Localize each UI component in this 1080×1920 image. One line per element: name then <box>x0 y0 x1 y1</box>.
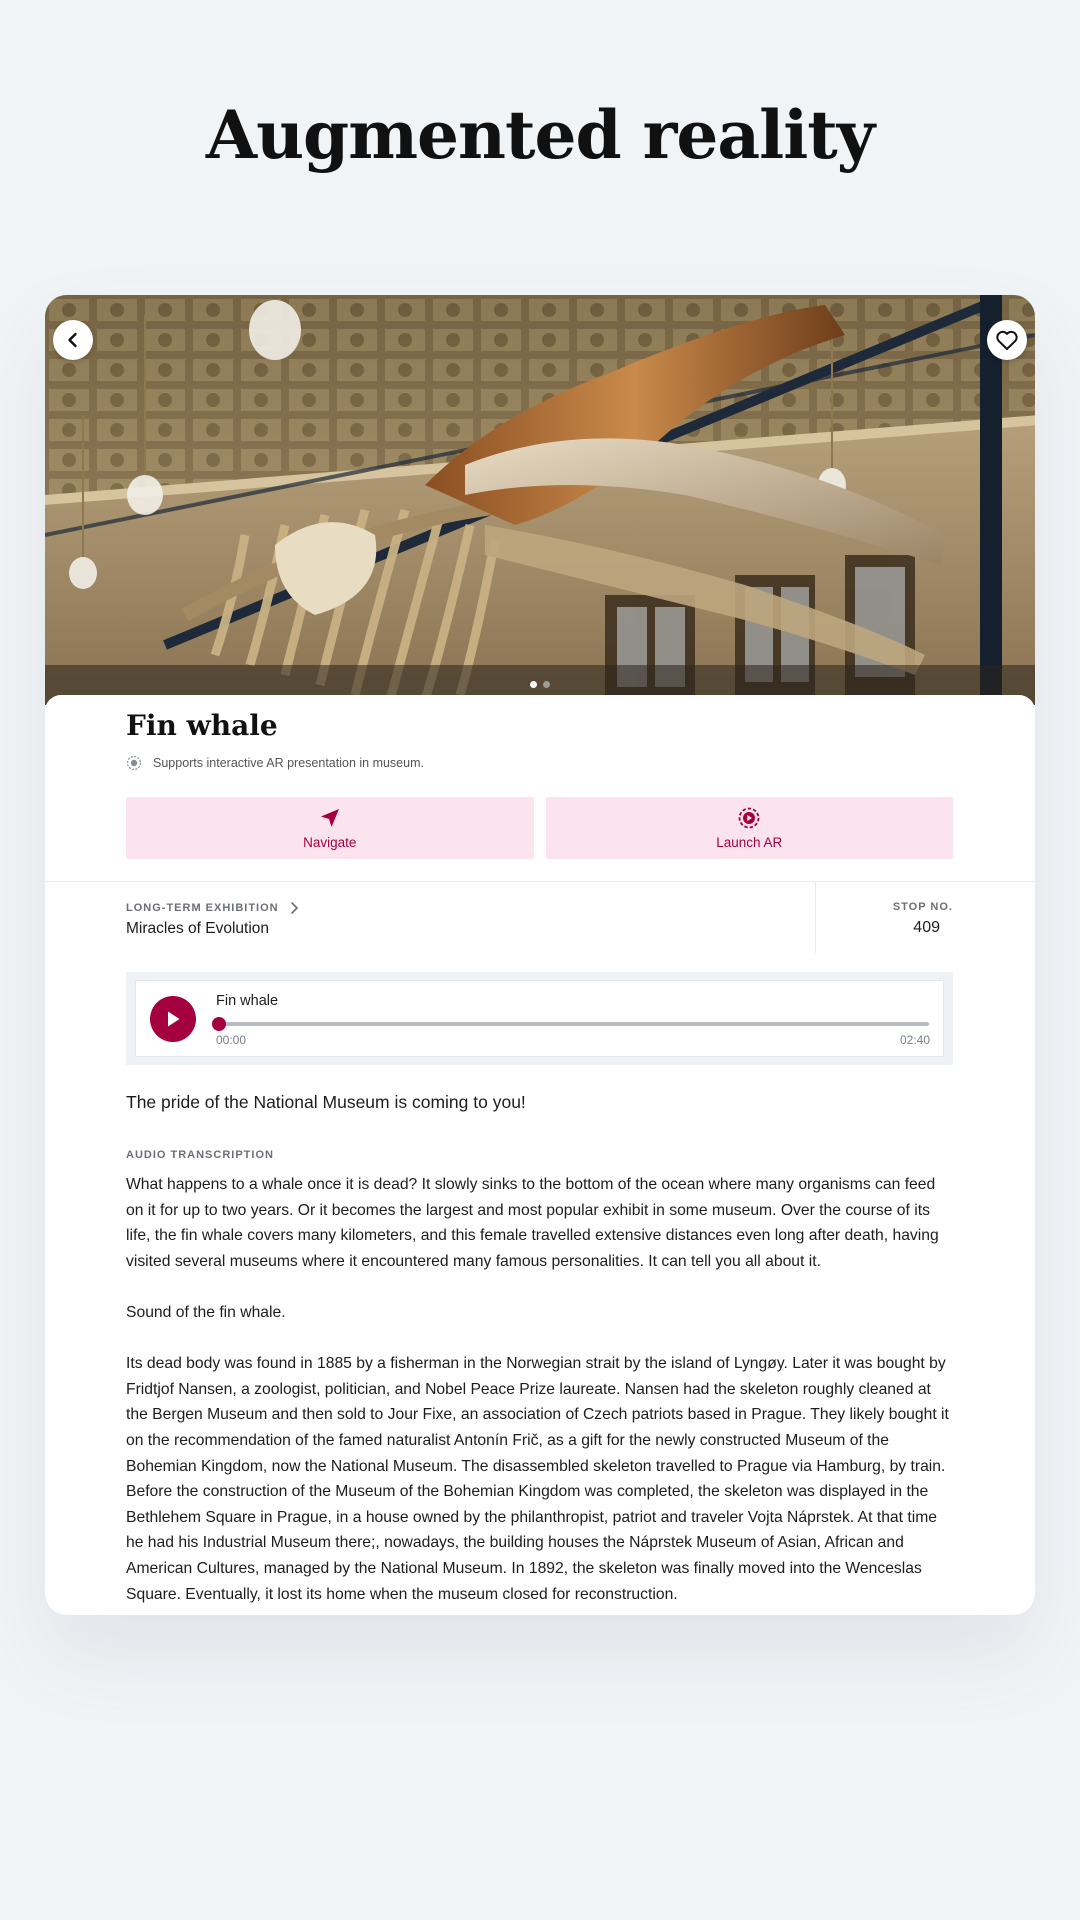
stop-info: STOP NO. 409 <box>893 901 953 937</box>
stop-caption: STOP NO. <box>892 901 953 913</box>
divider <box>815 881 816 953</box>
action-buttons: Navigate Launch AR <box>126 797 953 859</box>
launch-ar-label: Launch AR <box>716 834 783 850</box>
exhibition-caption: LONG-TERM EXHIBITION <box>126 901 299 915</box>
exhibit-card: Fin whale Supports interactive AR presen… <box>45 295 1035 1615</box>
chevron-left-icon <box>68 332 77 348</box>
exhibit-tagline: The pride of the National Museum is comi… <box>126 1092 526 1112</box>
total-time: 02:40 <box>899 1033 930 1047</box>
launch-ar-button[interactable]: Launch AR <box>545 797 953 859</box>
photo-pagination[interactable] <box>45 675 1035 693</box>
transcript-paragraph: Its dead body was found in 1885 by a fis… <box>126 1355 949 1603</box>
page-title: Augmented reality <box>205 96 875 174</box>
play-button[interactable] <box>150 996 196 1042</box>
progress-handle[interactable] <box>212 1017 226 1031</box>
audio-transcription: What happens to a whale once it is dead?… <box>126 1172 956 1615</box>
back-button[interactable] <box>53 320 93 360</box>
exhibit-sheet: Fin whale Supports interactive AR presen… <box>45 695 1035 1615</box>
track-title: Fin whale <box>216 993 279 1009</box>
exhibit-photo <box>45 295 1035 705</box>
navigate-label: Navigate <box>303 834 357 850</box>
ar-icon <box>126 755 142 771</box>
exhibit-title: Fin whale <box>126 709 278 742</box>
exhibition-link[interactable]: LONG-TERM EXHIBITION Miracles of Evoluti… <box>126 901 299 938</box>
navigate-button[interactable]: Navigate <box>126 797 534 859</box>
divider <box>45 881 1035 882</box>
play-icon <box>168 1011 180 1027</box>
audio-player-panel: Fin whale 00:00 02:40 <box>135 980 944 1057</box>
heart-icon <box>996 330 1018 350</box>
transcript-paragraph: What happens to a whale once it is dead?… <box>126 1176 939 1270</box>
current-time: 00:00 <box>216 1033 247 1047</box>
transcript-caption: AUDIO TRANSCRIPTION <box>126 1149 274 1161</box>
ar-support-text: Supports interactive AR presentation in … <box>153 756 424 770</box>
pagination-dot[interactable] <box>543 681 550 688</box>
pagination-dot[interactable] <box>530 681 537 688</box>
ar-support-note: Supports interactive AR presentation in … <box>126 755 424 771</box>
transcript-paragraph: Sound of the fin whale. <box>126 1303 286 1321</box>
ar-launch-icon <box>738 807 760 828</box>
progress-bar[interactable] <box>216 1022 929 1026</box>
audio-player: Fin whale 00:00 02:40 <box>126 972 953 1065</box>
exhibition-caption-text: LONG-TERM EXHIBITION <box>126 902 279 914</box>
exhibition-name: Miracles of Evolution <box>126 920 270 937</box>
chevron-right-icon <box>290 902 298 914</box>
stop-number: 409 <box>913 919 940 936</box>
favorite-button[interactable] <box>987 320 1027 360</box>
navigation-arrow-icon <box>320 808 339 827</box>
